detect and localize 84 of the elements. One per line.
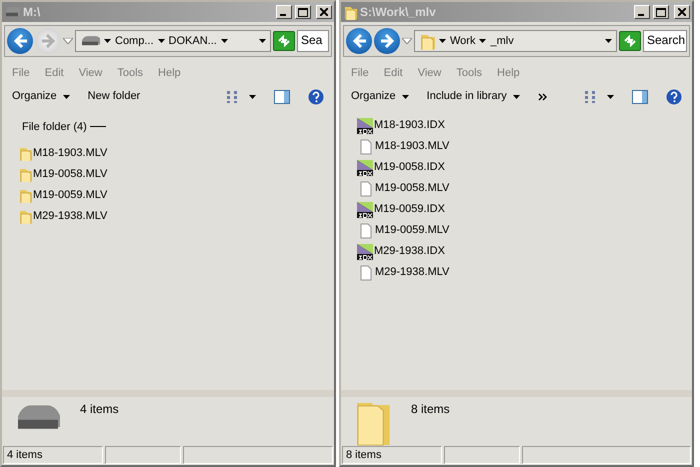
- file-icon: [358, 222, 374, 238]
- search-field[interactable]: Search: [643, 30, 687, 52]
- forward-button[interactable]: [374, 28, 400, 54]
- file-name[interactable]: M29-1938.MLV: [375, 264, 450, 281]
- caret-icon: [402, 94, 409, 98]
- status-item-count: 4 items: [3, 446, 103, 464]
- breadcrumb-item[interactable]: _mlv: [490, 32, 514, 50]
- toolbar-button[interactable]: Organize: [12, 88, 70, 105]
- caret-icon: [479, 39, 486, 43]
- back-button[interactable]: [346, 28, 372, 54]
- help-icon[interactable]: [308, 88, 324, 104]
- folder-icon: [18, 166, 32, 182]
- folder-icon: [18, 145, 32, 161]
- folder-icon: [419, 32, 435, 50]
- file-name[interactable]: M29-1938.IDX: [374, 243, 445, 260]
- preview-pane-icon[interactable]: [274, 90, 290, 104]
- drive-icon: [80, 34, 100, 48]
- window-title: S:\Work\_mlv: [360, 4, 437, 21]
- caret-icon[interactable]: [607, 94, 614, 98]
- file-icon: [358, 138, 374, 154]
- file-name[interactable]: M19-0058.MLV: [375, 180, 450, 197]
- idx-file-icon: [357, 244, 373, 260]
- minimize-button[interactable]: [634, 5, 650, 19]
- refresh-icon: [277, 35, 291, 47]
- folder-icon: [343, 4, 357, 20]
- idx-file-icon: [357, 118, 373, 134]
- search-field[interactable]: Sea: [297, 30, 329, 52]
- folder-icon: [355, 400, 391, 446]
- file-name[interactable]: M29-1938.MLV: [33, 208, 108, 224]
- maximize-button[interactable]: [295, 5, 311, 19]
- file-name[interactable]: M19-0058.IDX: [374, 159, 445, 176]
- file-name[interactable]: M19-0059.MLV: [33, 186, 108, 204]
- file-name[interactable]: M19-0058.MLV: [33, 166, 108, 182]
- caret-icon[interactable]: [249, 94, 256, 98]
- refresh-button[interactable]: [619, 31, 641, 51]
- refresh-button[interactable]: [273, 31, 295, 51]
- close-icon: [678, 8, 686, 16]
- window-title: M:\: [23, 4, 42, 21]
- address-bar[interactable]: Work _mlv: [414, 30, 617, 52]
- dropdown-icon: [63, 38, 73, 44]
- idx-file-icon: [357, 160, 373, 176]
- item-count: 8 items: [411, 401, 450, 418]
- breadcrumb-item[interactable]: Work: [450, 32, 476, 50]
- drive-icon: [4, 5, 20, 19]
- chevron-icon[interactable]: [538, 92, 548, 100]
- close-icon: [320, 8, 328, 16]
- caret-icon: [512, 94, 520, 98]
- idx-file-icon: [357, 202, 373, 218]
- toolbar-button[interactable]: New folder: [88, 88, 140, 105]
- maximize-icon: [656, 8, 666, 16]
- caret-icon: [220, 39, 228, 43]
- item-count: 4 items: [80, 401, 119, 418]
- status-item-count: 8 items: [342, 446, 442, 464]
- file-name[interactable]: M19-0059.IDX: [374, 201, 445, 218]
- address-bar[interactable]: Comp... DOKAN...: [75, 30, 271, 52]
- caret-icon: [439, 39, 446, 43]
- maximize-button[interactable]: [653, 5, 669, 19]
- breadcrumb-item[interactable]: Comp...: [115, 32, 154, 50]
- caret-icon: [259, 39, 266, 43]
- folder-icon: [18, 187, 32, 203]
- toolbar-button[interactable]: Include in library: [426, 88, 520, 105]
- file-icon: [358, 180, 374, 196]
- caret-icon: [62, 94, 70, 98]
- caret-icon: [104, 39, 111, 43]
- file-name[interactable]: M18-1903.MLV: [33, 144, 108, 162]
- group-header[interactable]: File folder (4): [22, 118, 87, 135]
- close-button[interactable]: [674, 5, 690, 19]
- toolbar-button[interactable]: Organize: [351, 88, 409, 105]
- file-icon: [358, 264, 374, 280]
- file-name[interactable]: M18-1903.MLV: [375, 138, 450, 155]
- back-button[interactable]: [7, 28, 33, 54]
- caret-icon: [605, 39, 612, 43]
- file-name[interactable]: M19-0059.MLV: [375, 222, 450, 239]
- dropdown-icon: [402, 38, 412, 44]
- folder-icon: [18, 208, 32, 224]
- minimize-button[interactable]: [276, 5, 292, 19]
- file-name[interactable]: M18-1903.IDX: [374, 117, 445, 134]
- refresh-icon: [623, 35, 637, 47]
- caret-icon: [158, 39, 165, 43]
- breadcrumb-item[interactable]: DOKAN...: [168, 32, 217, 50]
- close-button[interactable]: [316, 5, 332, 19]
- preview-pane-icon[interactable]: [632, 90, 648, 104]
- help-icon[interactable]: [666, 88, 682, 104]
- maximize-icon: [298, 8, 308, 16]
